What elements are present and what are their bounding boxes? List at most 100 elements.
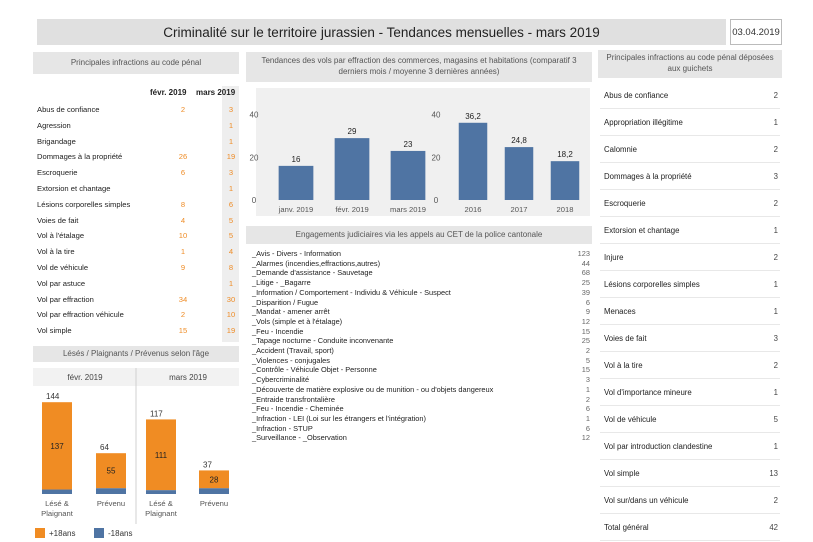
guichet-value: 2 [773,253,778,262]
penal-row-label: Vol par effraction [37,294,94,304]
guichet-value: 1 [773,280,778,289]
penal-row-feb: 15 [178,326,188,336]
legend-swatch-minor [94,528,104,538]
age-total-label: 144 [46,392,60,401]
penal-row-label: Abus de confiance [37,105,100,114]
burglary-bar [390,150,426,200]
penal-table-row: Voies de fait 4 5 [33,213,239,229]
guichet-label: Extorsion et chantage [604,226,680,235]
penal-row-feb: 2 [180,310,186,320]
penal-table-header: Principales infractions au code pénal [33,52,239,74]
burglary-ytick-label: 20 [432,153,441,162]
engagement-row: _Information / Comportement - Individu &… [249,287,592,297]
penal-row-label: Vol de véhicule [37,263,89,272]
engagements-header: Engagements judiciaires via les appels a… [246,226,592,244]
penal-table-row: Abus de confiance 2 3 [33,102,239,118]
engagement-value: 15 [581,365,590,375]
engagement-label: _Alarmes (incendies,effractions,autres) [252,258,381,268]
age-bar-minor [42,489,72,494]
guichet-row: Escroquerie 2 [600,190,780,217]
guichet-value: 3 [773,334,778,343]
engagements-title: Engagements judiciaires via les appels a… [295,229,543,239]
guichet-value: 1 [773,118,778,127]
engagement-value: 6 [585,297,590,307]
penal-row-label: Vol par effraction véhicule [37,310,124,320]
burglary-ytick-label: 40 [432,111,441,120]
penal-row-feb: 1 [180,247,186,257]
age-chart-header: Lésés / Plaignants / Prévenus selon l'âg… [33,346,239,362]
engagement-value: 6 [585,404,590,414]
engagement-row: _Litige - _Bagarre 25 [249,279,592,287]
penal-row-mar: 4 [228,247,234,257]
penal-col1-header: févr. 2019 [150,88,187,97]
guichets-header: Principales infractions au code pénal dé… [598,50,782,78]
guichet-row: Abus de confiance 2 [600,82,780,109]
engagement-label: _Entraide transfrontalière [252,394,335,404]
penal-row-mar: 5 [228,231,234,241]
penal-row-label: Vol par astuce [37,278,86,288]
penal-row-mar: 30 [226,294,236,304]
engagement-row: _Contrôle - Véhicule Objet - Personne 15 [249,366,592,374]
penal-row-label: Brigandage [37,136,76,146]
guichet-value: 1 [773,226,778,235]
engagement-row: _Violences - conjugales 5 [249,355,592,365]
engagement-label: _Feu - Incendie - Cheminée [252,404,344,414]
guichet-value: 2 [773,496,778,505]
engagement-row: _Feu - Incendie 15 [249,326,592,336]
guichet-label: Calomnie [604,145,637,154]
engagement-value: 44 [581,258,590,268]
guichet-label: Vol sur/dans un véhicule [604,496,689,505]
guichet-value: 2 [773,145,778,154]
age-chart: févr. 2019 mars 2019144137Lésé &Plaignant… [33,368,239,524]
penal-row-feb: 2 [180,105,186,114]
age-category-label: Prévenu [200,499,228,508]
age-total-label: 37 [203,460,212,469]
age-group-label: févr. 2019 [67,373,103,382]
age-legend-minor: -18ans [94,528,132,538]
penal-table-row: Escroquerie 6 3 [33,165,239,181]
penal-row-feb: 8 [180,199,186,209]
penal-row-mar: 6 [228,199,234,209]
engagement-label: _Violences - conjugales [252,355,330,365]
engagement-value: 15 [581,326,590,336]
burglary-category-label: 2018 [557,205,574,214]
age-category-label-line2: Plaignant [145,509,178,518]
engagement-label: _Infraction - LEI (Loi sur les étrangers… [252,413,426,423]
penal-row-label: Escroquerie [37,168,78,178]
engagement-value: 39 [581,287,590,297]
penal-row-feb: 10 [178,231,188,241]
guichet-value: 2 [773,91,778,100]
penal-row-label: Vol à la tire [37,247,75,257]
guichet-value: 1 [773,442,778,451]
age-bar-minor [96,488,126,494]
penal-table-row: Lésions corporelles simples 8 6 [33,197,239,213]
age-bar-minor [199,488,229,494]
penal-row-mar: 8 [228,263,234,272]
guichet-label: Vol de véhicule [604,415,657,424]
guichet-label: Escroquerie [604,199,646,208]
report-date: 03.04.2019 [730,19,782,45]
age-adult-label: 111 [155,451,168,460]
burglary-value-label: 36,2 [465,112,481,121]
penal-row-mar: 1 [228,184,234,193]
guichet-row: Extorsion et chantage 1 [600,217,780,244]
engagement-row: _Demande d'assistance - Sauvetage 68 [249,269,592,277]
penal-table-title: Principales infractions au code pénal [70,57,202,67]
engagement-value: 5 [585,355,590,365]
penal-col2-header: mars 2019 [196,88,236,97]
burglary-value-label: 18,2 [557,150,573,159]
guichet-value: 5 [773,415,778,424]
age-chart-title: Lésés / Plaignants / Prévenus selon l'âg… [62,348,210,358]
penal-row-label: Vol à l'étalage [37,231,85,241]
burglary-ytick-label: 40 [250,111,259,120]
guichet-value: 2 [773,199,778,208]
guichet-row: Vol de véhicule 5 [600,406,780,433]
engagement-row: _Accident (Travail, sport) 2 [249,347,592,355]
burglary-ytick-label: 0 [434,196,439,205]
guichet-row: Calomnie 2 [600,136,780,163]
guichet-value: 2 [773,361,778,370]
age-bar-minor [146,490,176,494]
guichet-value: 13 [769,469,778,478]
engagement-value: 12 [581,316,590,326]
engagement-row: _Tapage nocturne - Conduite inconvenante… [249,337,592,345]
